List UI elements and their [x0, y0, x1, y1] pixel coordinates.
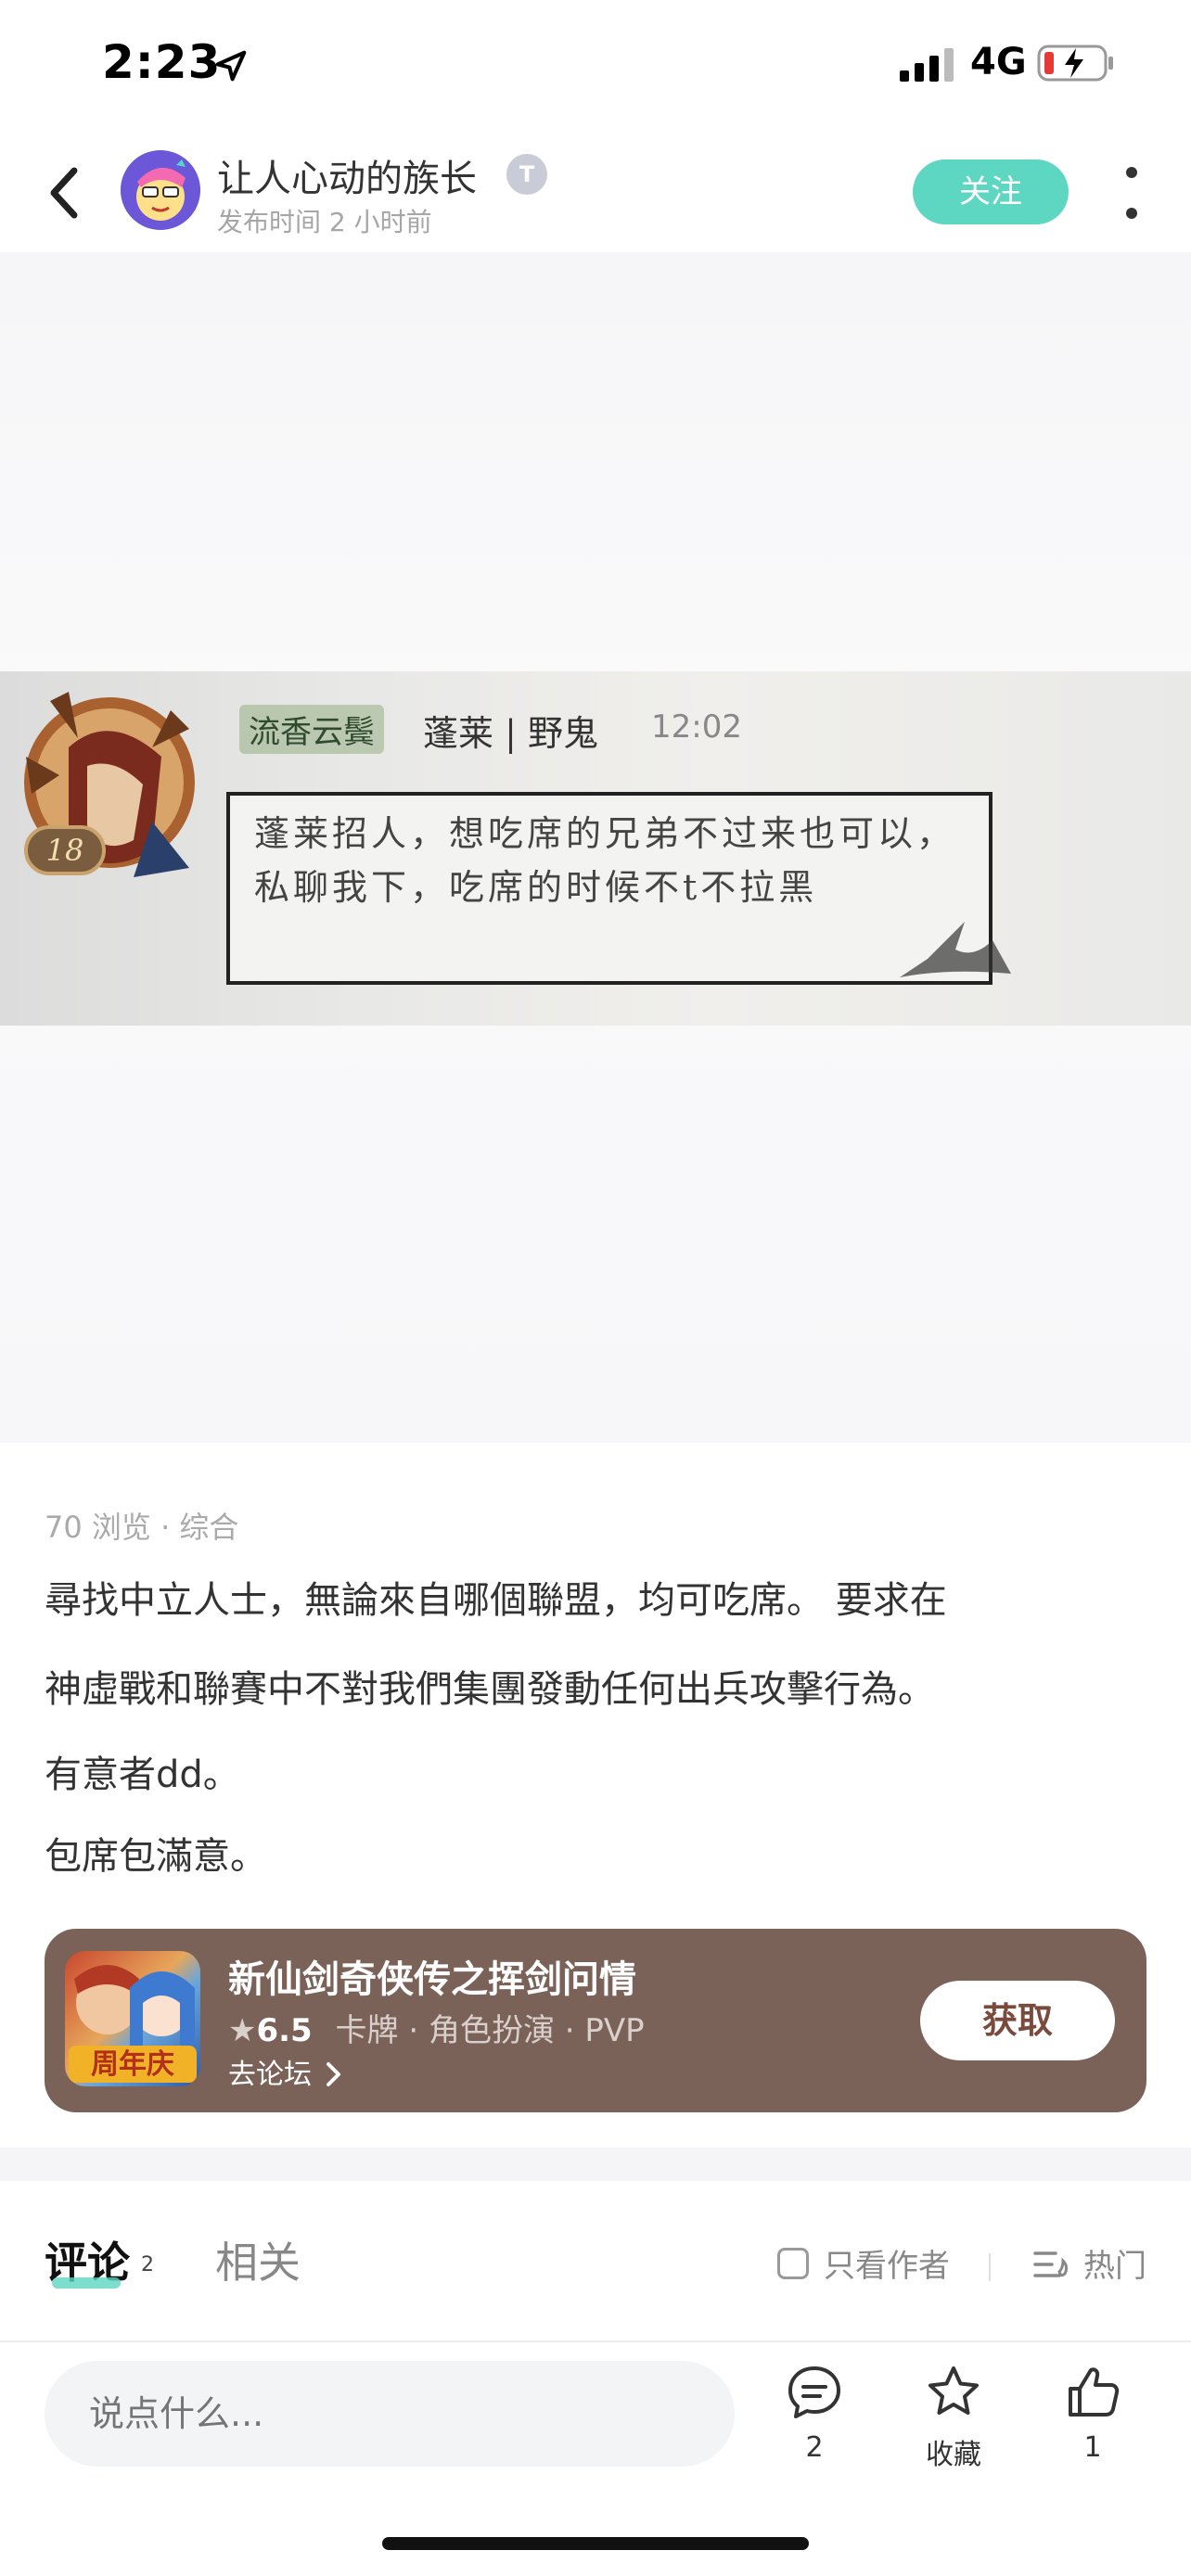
comment-input[interactable] [45, 2361, 735, 2467]
section-divider [0, 2148, 1191, 2181]
chat-message: 蓬莱招人，想吃席的兄弟不过来也可以，私聊我下，吃席的时候不t不拉黑 [254, 813, 956, 908]
like-action[interactable]: 1 [1037, 2363, 1148, 2493]
author-avatar[interactable] [121, 150, 200, 230]
cell-signal-icon [900, 48, 954, 82]
favorite-label: 收藏 [926, 2439, 981, 2471]
game-tags: 卡牌 · 角色扮演 · PVP [335, 2012, 645, 2049]
chat-time: 12:02 [651, 708, 742, 746]
game-character-portrait: 18 [24, 692, 195, 877]
go-forum-label: 去论坛 [228, 2059, 312, 2091]
comment-action[interactable]: 2 [759, 2363, 870, 2493]
status-bar: 2:23 4G [0, 0, 1191, 130]
chevron-right-icon [326, 2062, 340, 2086]
sort-hot-icon[interactable] [1031, 2246, 1072, 2283]
post-header: 让人心动的族长 T 发布时间 2 小时前 关注 [0, 130, 1191, 250]
avatar-image [121, 150, 200, 230]
home-indicator[interactable] [382, 2537, 809, 2550]
more-options-icon[interactable] [1121, 163, 1143, 223]
comment-count: 2 [805, 2431, 824, 2464]
back-arrow-icon[interactable] [43, 165, 89, 221]
author-name[interactable]: 让人心动的族长 [217, 148, 477, 202]
post-image[interactable]: 18 流香云鬓 蓬莱 | 野鬼 12:02 蓬莱招人，想吃席的兄弟不过来也可以，… [0, 252, 1191, 1443]
game-chat-screenshot: 18 流香云鬓 蓬莱 | 野鬼 12:02 蓬莱招人，想吃席的兄弟不过来也可以，… [0, 671, 1191, 1026]
location-arrow-icon [215, 50, 247, 82]
post-detail-page: 2:23 4G 让人心动的族长 T 发布时间 2 小时前 关注 18 流香云鬓 … [0, 0, 1191, 2576]
game-app-icon: 周年庆 [65, 1951, 200, 2086]
author-only-checkbox[interactable] [777, 2248, 809, 2279]
favorite-action[interactable]: 收藏 [898, 2363, 1009, 2493]
game-card[interactable]: 周年庆 新仙剑奇侠传之挥剑问情 ★6.5 卡牌 · 角色扮演 · PVP 去论坛… [45, 1929, 1146, 2112]
author-only-label[interactable]: 只看作者 [824, 2240, 950, 2286]
ink-decoration-icon [900, 922, 1011, 977]
tab-comment-count: 2 [141, 2253, 154, 2276]
game-meta: ★6.5 卡牌 · 角色扮演 · PVP [228, 2005, 645, 2050]
post-meta: 70 浏览 · 综合 [45, 1510, 239, 1545]
comment-tabs: 评论 2 相关 只看作者 热门 [0, 2181, 1191, 2339]
comment-bubble-icon [788, 2366, 840, 2418]
level-badge-icon: T [506, 154, 547, 195]
game-score: 6.5 [256, 2012, 313, 2049]
tab-related[interactable]: 相关 [215, 2229, 301, 2290]
chat-title-tag: 流香云鬓 [239, 705, 384, 754]
post-paragraph: 有意者dd。 [45, 1753, 240, 1796]
network-type: 4G [970, 41, 1027, 83]
follow-button[interactable]: 关注 [913, 159, 1069, 224]
like-count: 1 [1083, 2431, 1102, 2464]
active-tab-indicator [52, 2277, 121, 2289]
status-time: 2:23 [102, 35, 222, 89]
star-outline-icon [928, 2366, 979, 2415]
post-paragraph: 尋找中立人士，無論來自哪個聯盟，均可吃席。 要求在 [45, 1579, 947, 1622]
chat-level-number: 18 [46, 833, 84, 868]
game-title: 新仙剑奇侠传之挥剑问情 [228, 1958, 636, 2001]
post-time: 发布时间 2 小时前 [217, 207, 432, 237]
battery-charging-icon [1037, 45, 1113, 82]
game-icon-badge: 周年庆 [91, 2048, 174, 2081]
get-game-button[interactable]: 获取 [920, 1981, 1115, 2060]
chat-player-name: 蓬莱 | 野鬼 [423, 713, 598, 754]
post-paragraph: 包席包滿意。 [45, 1835, 267, 1878]
post-paragraph: 神虛戰和聯賽中不對我們集團發動任何出兵攻擊行為。 [45, 1668, 935, 1711]
star-icon: ★ [228, 2012, 257, 2049]
sort-hot-label[interactable]: 热门 [1083, 2240, 1146, 2286]
go-forum-link[interactable]: 去论坛 [228, 2051, 343, 2092]
filter-separator [989, 2253, 991, 2281]
thumbs-up-icon [1069, 2367, 1120, 2417]
